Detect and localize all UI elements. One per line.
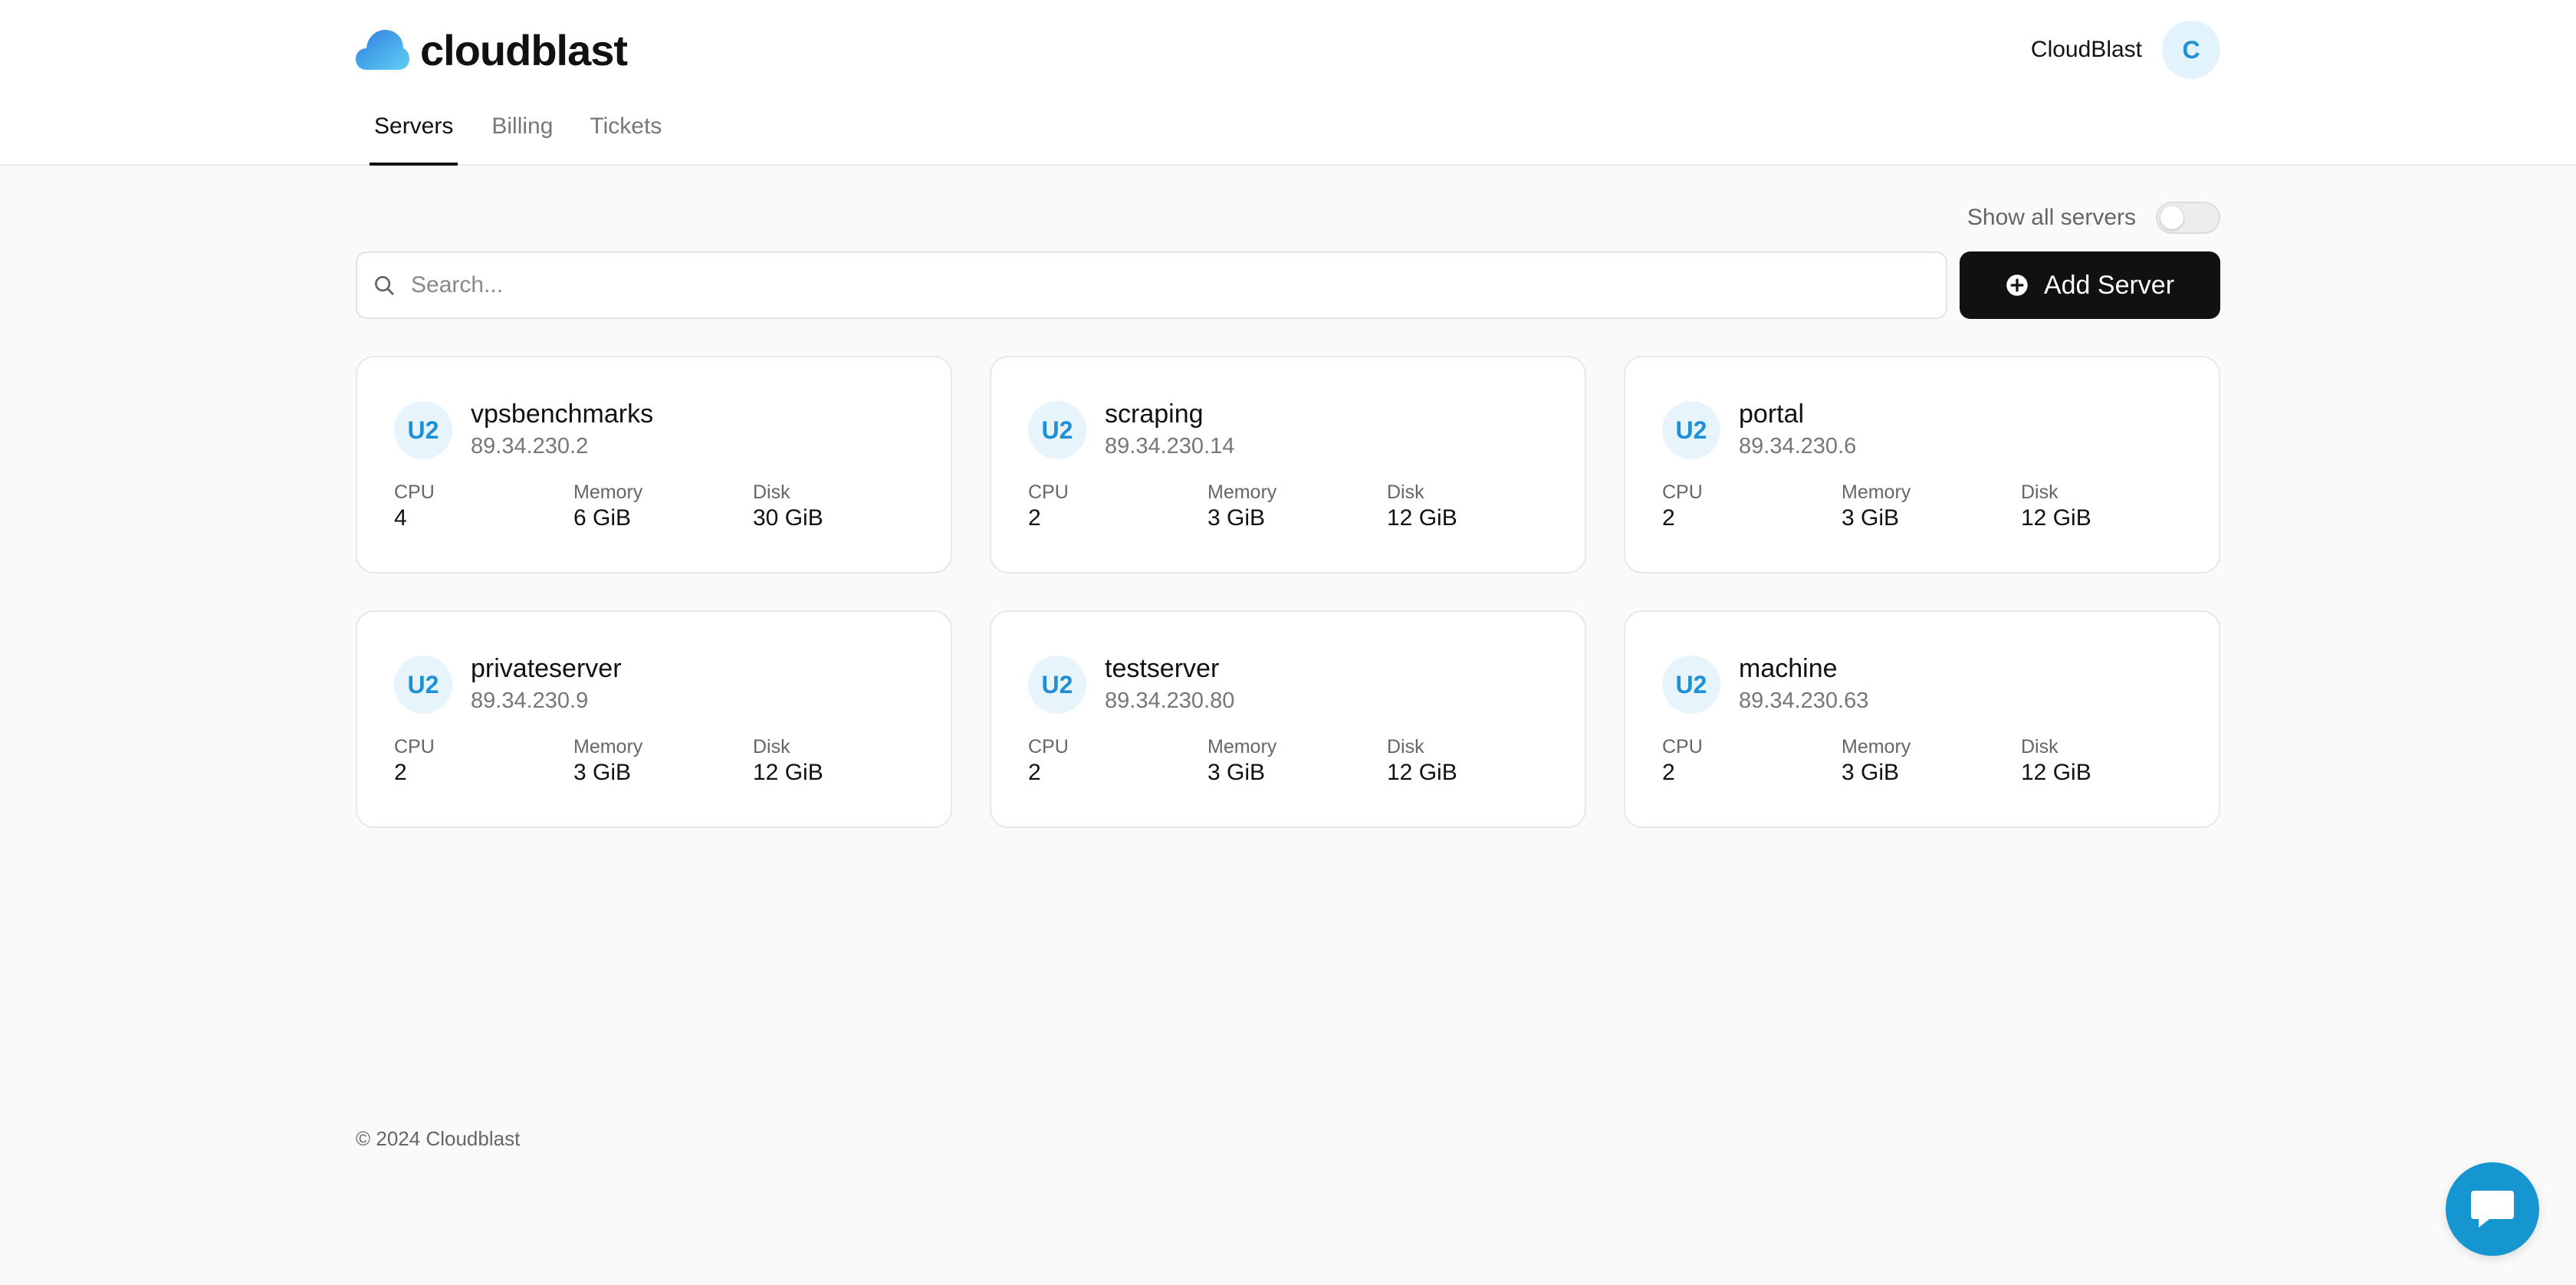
disk-label: Disk <box>753 481 790 503</box>
disk-value: 12 GiB <box>2021 505 2091 531</box>
server-card[interactable]: U2 scraping 89.34.230.14 CPU 2 Memory 3 Gi… <box>990 356 1586 573</box>
show-all-row: Show all servers <box>356 201 2220 235</box>
os-badge: U2 <box>1662 401 1720 459</box>
brand-logo[interactable]: cloudblast <box>356 25 628 75</box>
server-ip: 89.34.230.6 <box>1739 434 1857 458</box>
cpu-value: 2 <box>394 760 407 785</box>
search-icon <box>375 276 394 295</box>
search-box[interactable] <box>356 251 1947 319</box>
server-name: scraping <box>1105 399 1204 429</box>
cloud-icon <box>356 30 409 70</box>
memory-label: Memory <box>1208 736 1277 758</box>
search-row: Add Server <box>356 251 2220 319</box>
server-card-header: U2 scraping 89.34.230.14 <box>1028 399 1548 462</box>
server-card[interactable]: U2 portal 89.34.230.6 CPU 2 Memory 3 GiB D… <box>1624 356 2220 573</box>
os-badge: U2 <box>394 656 452 714</box>
cpu-label: CPU <box>1662 736 1703 758</box>
server-ip: 89.34.230.80 <box>1105 689 1235 713</box>
server-grid: U2 vpsbenchmarks 89.34.230.2 CPU 4 Memory… <box>356 356 2220 828</box>
server-name: machine <box>1739 654 1838 683</box>
footer-copyright: © 2024 Cloudblast <box>356 1127 521 1150</box>
chat-button[interactable] <box>2446 1162 2539 1256</box>
show-all-toggle[interactable] <box>2156 202 2220 234</box>
cpu-value: 2 <box>1028 505 1041 531</box>
cpu-label: CPU <box>394 481 435 503</box>
server-card-header: U2 vpsbenchmarks 89.34.230.2 <box>394 399 914 462</box>
brand-name: cloudblast <box>420 25 628 74</box>
plus-circle-icon <box>2006 274 2028 296</box>
server-name: portal <box>1739 399 1805 429</box>
server-specs: CPU 4 Memory 6 GiB Disk 30 GiB <box>394 480 914 532</box>
server-card[interactable]: U2 vpsbenchmarks 89.34.230.2 CPU 4 Memory… <box>356 356 952 573</box>
server-ip: 89.34.230.14 <box>1105 434 1235 458</box>
avatar[interactable]: C <box>2162 21 2220 79</box>
server-name: privateserver <box>471 654 622 683</box>
server-specs: CPU 2 Memory 3 GiB Disk 12 GiB <box>1028 735 1548 787</box>
disk-value: 12 GiB <box>1387 505 1457 531</box>
server-card[interactable]: U2 testserver 89.34.230.80 CPU 2 Memory 3 … <box>990 610 1586 828</box>
cpu-label: CPU <box>1028 736 1069 758</box>
tab-billing[interactable]: Billing <box>473 107 571 166</box>
memory-label: Memory <box>573 481 643 503</box>
add-server-button[interactable]: Add Server <box>1960 251 2220 319</box>
tab-servers[interactable]: Servers <box>370 107 458 166</box>
server-specs: CPU 2 Memory 3 GiB Disk 12 GiB <box>1662 480 2182 532</box>
os-badge: U2 <box>394 401 452 459</box>
cpu-label: CPU <box>1662 481 1703 503</box>
os-badge: U2 <box>1028 401 1086 459</box>
server-specs: CPU 2 Memory 3 GiB Disk 12 GiB <box>394 735 914 787</box>
memory-label: Memory <box>573 736 643 758</box>
os-badge: U2 <box>1662 656 1720 714</box>
server-card-header: U2 portal 89.34.230.6 <box>1662 399 2182 462</box>
memory-label: Memory <box>1208 481 1277 503</box>
os-badge: U2 <box>1028 656 1086 714</box>
chat-bubble-icon <box>2471 1191 2514 1227</box>
memory-value: 3 GiB <box>1208 760 1266 785</box>
server-name: vpsbenchmarks <box>471 399 654 429</box>
disk-value: 30 GiB <box>753 505 823 531</box>
cpu-value: 4 <box>394 505 407 531</box>
cpu-label: CPU <box>1028 481 1069 503</box>
server-ip: 89.34.230.2 <box>471 434 589 458</box>
memory-value: 3 GiB <box>1842 760 1900 785</box>
nav-tabs: Servers Billing Tickets <box>356 107 2220 166</box>
disk-value: 12 GiB <box>2021 760 2091 785</box>
server-card-header: U2 machine 89.34.230.63 <box>1662 653 2182 716</box>
cpu-value: 2 <box>1028 760 1041 785</box>
disk-label: Disk <box>753 736 790 758</box>
memory-value: 6 GiB <box>573 505 632 531</box>
toggle-knob <box>2160 206 2183 229</box>
server-card-header: U2 testserver 89.34.230.80 <box>1028 653 1548 716</box>
memory-value: 3 GiB <box>1842 505 1900 531</box>
server-card-header: U2 privateserver 89.34.230.9 <box>394 653 914 716</box>
server-card[interactable]: U2 machine 89.34.230.63 CPU 2 Memory 3 GiB… <box>1624 610 2220 828</box>
header: cloudblast CloudBlast C <box>356 0 2220 100</box>
add-server-label: Add Server <box>2043 270 2175 300</box>
search-input[interactable] <box>411 272 1946 298</box>
server-specs: CPU 2 Memory 3 GiB Disk 12 GiB <box>1662 735 2182 787</box>
server-ip: 89.34.230.9 <box>471 689 589 713</box>
disk-value: 12 GiB <box>1387 760 1457 785</box>
memory-label: Memory <box>1842 736 1911 758</box>
user-menu[interactable]: CloudBlast C <box>2031 21 2220 79</box>
server-ip: 89.34.230.63 <box>1739 689 1869 713</box>
memory-label: Memory <box>1842 481 1911 503</box>
show-all-label: Show all servers <box>1967 205 2136 230</box>
server-specs: CPU 2 Memory 3 GiB Disk 12 GiB <box>1028 480 1548 532</box>
user-name: CloudBlast <box>2030 37 2142 62</box>
disk-label: Disk <box>1387 736 1424 758</box>
cpu-value: 2 <box>1662 505 1675 531</box>
server-card[interactable]: U2 privateserver 89.34.230.9 CPU 2 Memory… <box>356 610 952 828</box>
memory-value: 3 GiB <box>1208 505 1266 531</box>
disk-value: 12 GiB <box>753 760 823 785</box>
disk-label: Disk <box>1387 481 1424 503</box>
cpu-value: 2 <box>1662 760 1675 785</box>
disk-label: Disk <box>2021 736 2058 758</box>
disk-label: Disk <box>2021 481 2058 503</box>
server-name: testserver <box>1105 654 1220 683</box>
tab-tickets[interactable]: Tickets <box>571 107 680 166</box>
cpu-label: CPU <box>394 736 435 758</box>
memory-value: 3 GiB <box>573 760 632 785</box>
